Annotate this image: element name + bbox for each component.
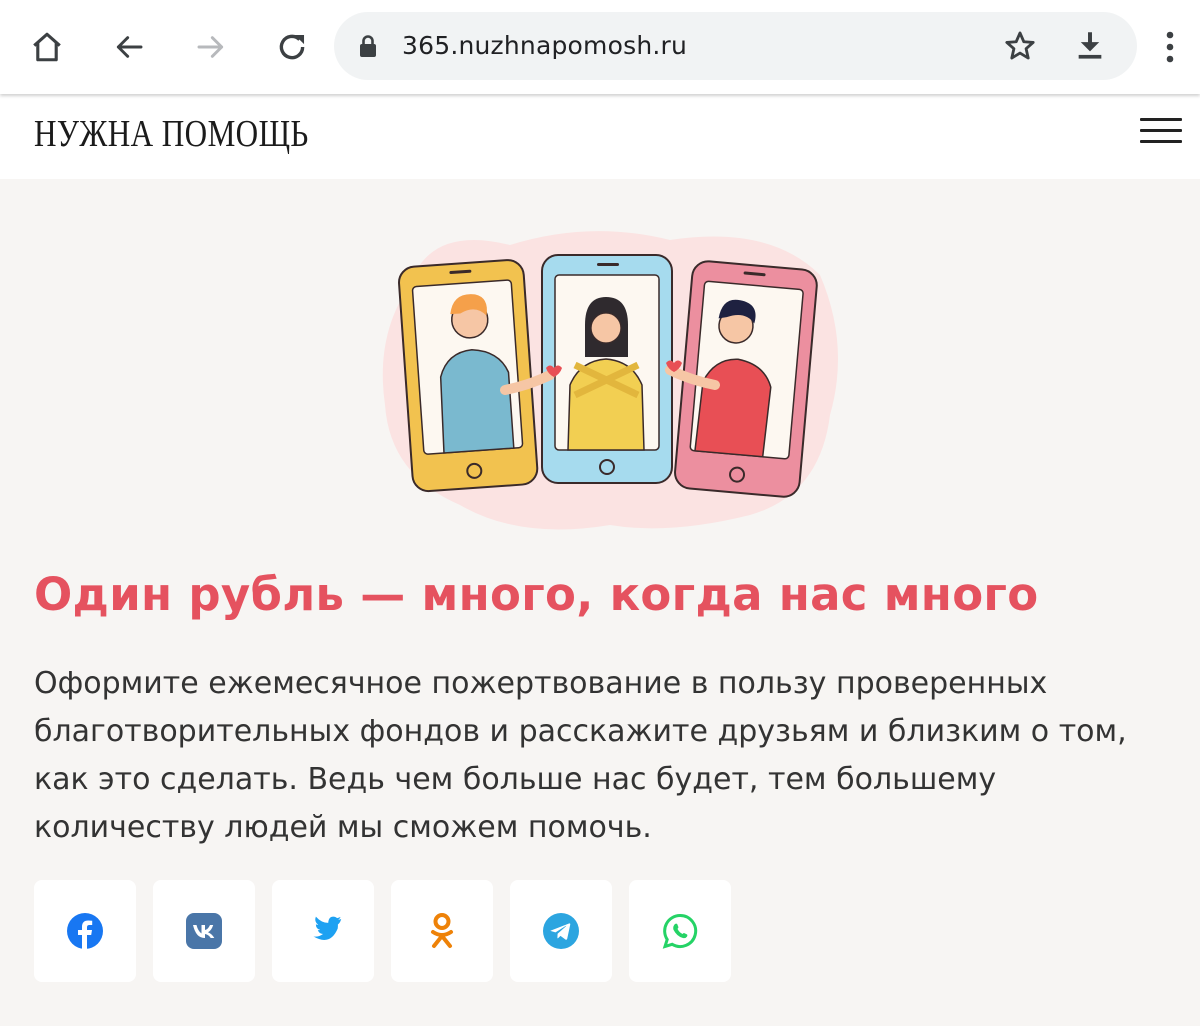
address-bar[interactable]: 365.nuzhnapomosh.ru bbox=[334, 12, 1137, 80]
hamburger-line bbox=[1140, 118, 1182, 121]
twitter-icon bbox=[313, 916, 342, 940]
share-odnoklassniki-button[interactable] bbox=[391, 880, 493, 982]
hamburger-line bbox=[1140, 129, 1182, 132]
download-icon[interactable] bbox=[1073, 28, 1107, 66]
site-header: НУЖНА ПОМОЩЬ bbox=[0, 94, 1200, 179]
hamburger-icon[interactable] bbox=[1140, 118, 1182, 154]
hero-illustration bbox=[370, 225, 850, 545]
hamburger-line bbox=[1140, 140, 1182, 143]
facebook-icon bbox=[67, 913, 103, 949]
odnoklassniki-icon bbox=[431, 913, 453, 948]
star-icon[interactable] bbox=[1003, 29, 1037, 67]
lock-icon bbox=[358, 34, 378, 62]
browser-toolbar: 365.nuzhnapomosh.ru bbox=[0, 0, 1200, 94]
share-twitter-button[interactable] bbox=[272, 880, 374, 982]
home-icon[interactable] bbox=[23, 23, 71, 71]
reload-icon[interactable] bbox=[268, 23, 316, 71]
url-text[interactable]: 365.nuzhnapomosh.ru bbox=[402, 12, 687, 80]
forward-icon[interactable] bbox=[187, 23, 235, 71]
share-telegram-button[interactable] bbox=[510, 880, 612, 982]
site-logo[interactable]: НУЖНА ПОМОЩЬ bbox=[34, 112, 309, 156]
whatsapp-icon bbox=[662, 913, 698, 949]
share-whatsapp-button[interactable] bbox=[629, 880, 731, 982]
back-icon[interactable] bbox=[105, 23, 153, 71]
more-icon[interactable] bbox=[1146, 23, 1194, 71]
share-vk-button[interactable] bbox=[153, 880, 255, 982]
share-facebook-button[interactable] bbox=[34, 880, 136, 982]
vk-icon bbox=[186, 913, 222, 949]
telegram-icon bbox=[543, 913, 579, 949]
page-headline: Один рубль — много, когда нас много bbox=[34, 568, 1039, 621]
lead-paragraph: Оформите ежемесячное пожертвование в пол… bbox=[34, 666, 1127, 845]
